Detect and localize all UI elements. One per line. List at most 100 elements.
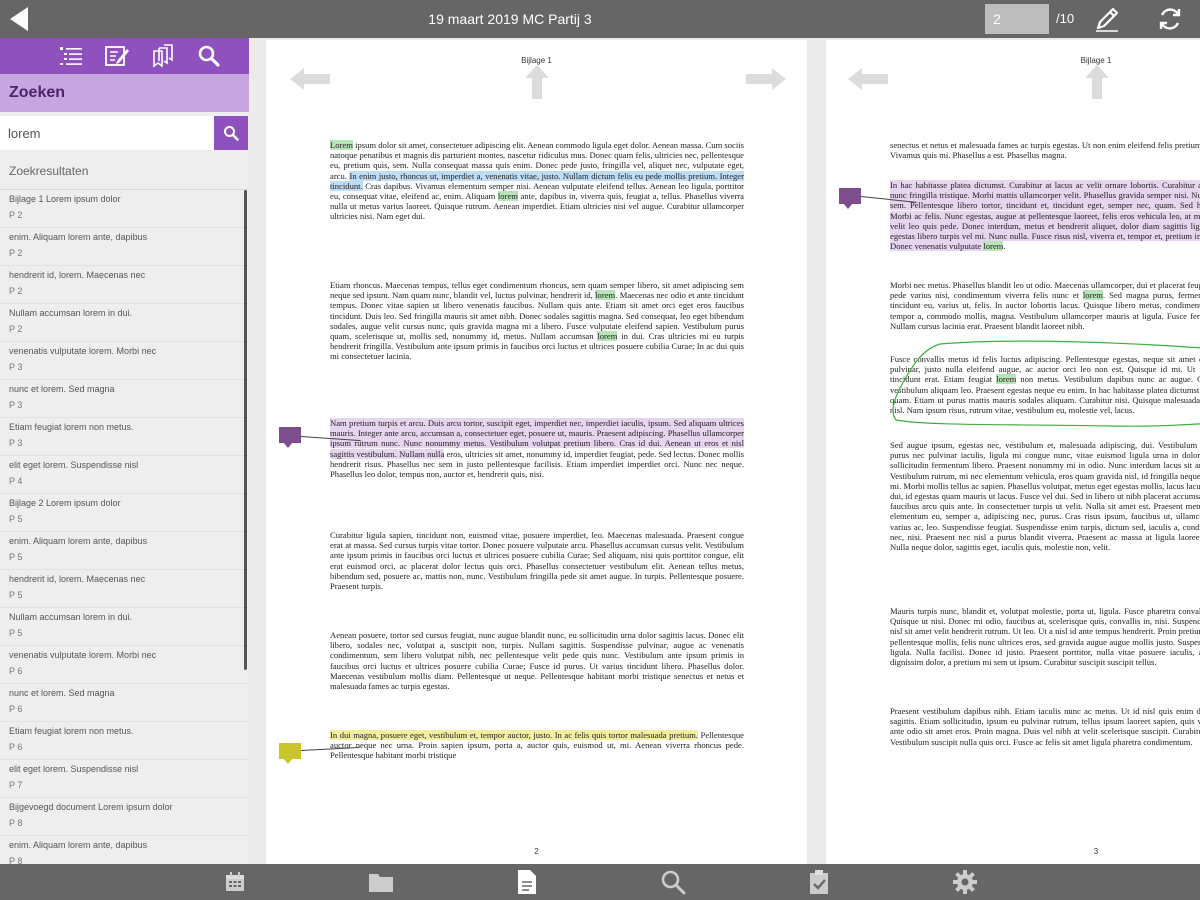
search-result-title: Bijlage 1 Lorem ipsum dolor xyxy=(9,194,121,204)
sidebar-title: Zoeken xyxy=(0,74,249,112)
search-result-page: P 8 xyxy=(9,856,23,864)
search-result-item[interactable]: Bijlage 1 Lorem ipsum dolor P 2 xyxy=(0,190,249,228)
document-title: 19 maart 2019 MC Partij 3 xyxy=(428,11,592,27)
search-hit[interactable]: lorem xyxy=(497,191,518,202)
paragraph: In dui magna, posuere eget, vestibulum e… xyxy=(330,730,744,761)
calendar-button[interactable] xyxy=(220,868,250,896)
highlight-yellow[interactable]: In dui magna, posuere eget, vestibulum e… xyxy=(330,730,699,740)
search-result-title: elit eget lorem. Suspendisse nisl xyxy=(9,764,139,774)
paragraph: Mauris turpis nunc, blandit et, volutpat… xyxy=(890,606,1200,668)
search-result-page: P 2 xyxy=(9,248,23,258)
search-result-title: enim. Aliquam lorem ante, dapibus xyxy=(9,536,148,546)
search-result-title: hendrerit id, lorem. Maecenas nec xyxy=(9,574,146,584)
up-arrow-icon[interactable] xyxy=(524,64,550,100)
annotate-button[interactable] xyxy=(1090,3,1124,35)
search-result-item[interactable]: nunc et lorem. Sed magna P 6 xyxy=(0,684,249,722)
search-result-item[interactable]: Bijlage 2 Lorem ipsum dolor P 5 xyxy=(0,494,249,532)
sync-button[interactable] xyxy=(1152,3,1188,35)
search-result-page: P 2 xyxy=(9,324,23,334)
notes-button[interactable] xyxy=(102,41,132,71)
search-submit-button[interactable] xyxy=(214,116,248,150)
back-button[interactable] xyxy=(0,0,38,38)
sidebar-toolbar xyxy=(0,38,249,74)
search-result-title: Nullam accumsan lorem in dui. xyxy=(9,308,133,318)
search-result-item[interactable]: enim. Aliquam lorem ante, dapibus P 8 xyxy=(0,836,249,864)
search-result-title: enim. Aliquam lorem ante, dapibus xyxy=(9,232,148,242)
page-number: 2 xyxy=(534,847,539,856)
search-button[interactable] xyxy=(658,868,688,896)
search-results-title: Zoekresultaten xyxy=(0,152,249,190)
search-result-item[interactable]: venenatis vulputate lorem. Morbi nec P 6 xyxy=(0,646,249,684)
search-result-page: P 4 xyxy=(9,476,23,486)
paragraph: Morbi nec metus. Phasellus blandit leo u… xyxy=(890,280,1200,331)
search-result-item[interactable]: elit eget lorem. Suspendisse nisl P 4 xyxy=(0,456,249,494)
search-tab-button[interactable] xyxy=(194,41,224,71)
search-hit[interactable]: lorem xyxy=(597,331,618,342)
bookmarks-button[interactable] xyxy=(148,41,178,71)
search-icon xyxy=(661,870,686,895)
search-result-title: Nullam accumsan lorem in dui. xyxy=(9,612,133,622)
previous-page-arrow-icon[interactable] xyxy=(288,66,332,92)
search-hit[interactable]: lorem xyxy=(1082,290,1103,301)
search-input[interactable] xyxy=(0,116,214,150)
page-number-input[interactable] xyxy=(985,4,1049,34)
search-result-item[interactable]: nunc et lorem. Sed magna P 3 xyxy=(0,380,249,418)
page-header: Bijlage 1 xyxy=(1080,56,1112,65)
folder-button[interactable] xyxy=(366,868,396,896)
paragraph: senectus et netus et malesuada fames ac … xyxy=(890,140,1200,161)
search-result-item[interactable]: hendrerit id, lorem. Maecenas nec P 5 xyxy=(0,570,249,608)
settings-button[interactable] xyxy=(950,868,980,896)
paragraph: Sed augue ipsum, egestas nec, vestibulum… xyxy=(890,440,1200,553)
paragraph: In hac habitasse platea dictumst. Curabi… xyxy=(890,180,1200,252)
bookmarks-icon xyxy=(152,44,173,68)
search-result-page: P 5 xyxy=(9,552,23,562)
search-result-page: P 3 xyxy=(9,438,23,448)
document-page: Bijlage 1 senectus et netus et malesuada… xyxy=(826,40,1200,864)
search-result-item[interactable]: enim. Aliquam lorem ante, dapibus P 2 xyxy=(0,228,249,266)
paragraph: Etiam rhoncus. Maecenas tempus, tellus e… xyxy=(330,280,745,362)
folder-icon xyxy=(369,874,393,892)
document-button[interactable] xyxy=(512,868,542,896)
tasks-button[interactable] xyxy=(804,868,834,896)
page-number: 3 xyxy=(1093,847,1099,856)
note-marker[interactable] xyxy=(279,427,301,448)
toc-button[interactable] xyxy=(56,41,86,71)
search-result-page: P 7 xyxy=(9,780,23,790)
search-result-item[interactable]: elit eget lorem. Suspendisse nisl P 7 xyxy=(0,760,249,798)
search-result-item[interactable]: Nullam accumsan lorem in dui. P 5 xyxy=(0,608,249,646)
sidebar: Zoeken Zoekresultaten Bijlage 1 Lorem ip… xyxy=(0,38,249,864)
search-hit[interactable]: Lorem xyxy=(330,140,353,150)
previous-page-arrow-icon[interactable] xyxy=(846,66,890,92)
document-icon xyxy=(518,870,536,894)
up-arrow-icon[interactable] xyxy=(1084,64,1110,100)
search-results-list: Bijlage 1 Lorem ipsum dolor P 2 enim. Aliq… xyxy=(0,190,249,864)
search-result-item[interactable]: hendrerit id, lorem. Maecenas nec P 2 xyxy=(0,266,249,304)
sync-icon xyxy=(1159,8,1181,30)
results-scrollbar[interactable] xyxy=(244,190,247,670)
search-result-item[interactable]: Etiam feugiat lorem non metus. P 6 xyxy=(0,722,249,760)
clipboard-check-icon xyxy=(810,870,828,894)
note-marker[interactable] xyxy=(279,743,301,764)
freehand-annotation[interactable] xyxy=(870,340,1200,430)
search-result-title: Etiam feugiat lorem non metus. xyxy=(9,726,134,736)
next-page-arrow-icon[interactable] xyxy=(744,66,788,92)
search-result-page: P 5 xyxy=(9,590,23,600)
search-result-title: enim. Aliquam lorem ante, dapibus xyxy=(9,840,148,850)
search-result-page: P 3 xyxy=(9,400,23,410)
paragraph: Praesent vestibulum dapibus nibh. Etiam … xyxy=(890,706,1200,747)
search-hit[interactable]: lorem xyxy=(983,241,1004,252)
search-icon xyxy=(224,126,239,141)
search-hit[interactable]: lorem xyxy=(595,290,616,301)
search-result-page: P 2 xyxy=(9,286,23,296)
note-marker[interactable] xyxy=(839,188,861,209)
search-result-item[interactable]: enim. Aliquam lorem ante, dapibus P 5 xyxy=(0,532,249,570)
settings-icon xyxy=(953,870,977,894)
search-result-item[interactable]: Nullam accumsan lorem in dui. P 2 xyxy=(0,304,249,342)
search-result-item[interactable]: Etiam feugiat lorem non metus. P 3 xyxy=(0,418,249,456)
paragraph: Nam pretium turpis et arcu. Duis arcu to… xyxy=(330,418,744,480)
search-result-item[interactable]: Bijgevoegd document Lorem ipsum dolor P 8 xyxy=(0,798,249,836)
search-result-item[interactable]: venenatis vulputate lorem. Morbi nec P 3 xyxy=(0,342,249,380)
search-result-title: nunc et lorem. Sed magna xyxy=(9,688,115,698)
highlight-purple[interactable]: In hac habitasse platea dictumst. Curabi… xyxy=(890,180,1200,252)
page-header: Bijlage 1 xyxy=(521,56,552,65)
